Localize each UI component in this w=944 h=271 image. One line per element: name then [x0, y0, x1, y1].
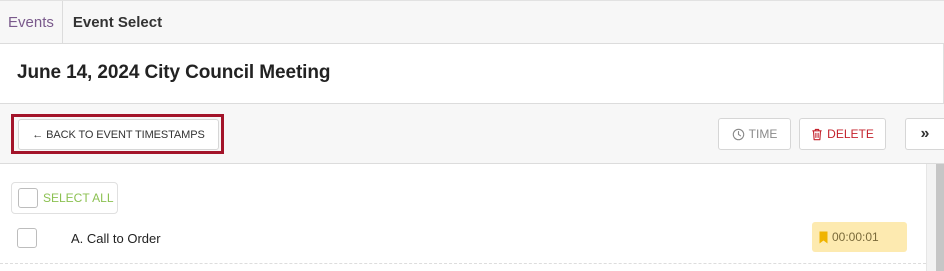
delete-button-label: DELETE [827, 127, 874, 141]
expand-panel-button[interactable]: » [905, 118, 944, 150]
breadcrumb: Events Event Select [0, 0, 944, 44]
timestamp-list: SELECT ALL A. Call to Order 00:00:01 [0, 164, 944, 271]
select-all-checkbox[interactable] [18, 188, 38, 208]
time-button-label: TIME [748, 127, 778, 141]
time-button[interactable]: TIME [718, 118, 791, 150]
timestamp-badge[interactable]: 00:00:01 [812, 222, 907, 252]
title-area: June 14, 2024 City Council Meeting [0, 44, 944, 103]
trash-icon [811, 128, 823, 141]
timestamp-value: 00:00:01 [832, 230, 879, 244]
item-checkbox[interactable] [17, 228, 37, 248]
list-item[interactable]: A. Call to Order 00:00:01 [0, 220, 926, 264]
select-all-label: SELECT ALL [43, 191, 114, 205]
clock-icon [732, 128, 745, 141]
page-title: June 14, 2024 City Council Meeting [17, 62, 331, 83]
bookmark-icon [819, 231, 828, 244]
breadcrumb-current: Event Select [72, 13, 163, 31]
breadcrumb-events-link[interactable]: Events [0, 1, 63, 43]
item-label: A. Call to Order [71, 231, 161, 246]
delete-button[interactable]: DELETE [799, 118, 886, 150]
back-to-event-timestamps-button[interactable]: ← BACK TO EVENT TIMESTAMPS [18, 119, 219, 150]
select-all-button[interactable]: SELECT ALL [11, 182, 118, 214]
toolbar: ← BACK TO EVENT TIMESTAMPS TIME DELETE » [0, 103, 944, 164]
scrollbar-thumb[interactable] [936, 164, 944, 271]
scrollbar[interactable] [926, 164, 944, 271]
